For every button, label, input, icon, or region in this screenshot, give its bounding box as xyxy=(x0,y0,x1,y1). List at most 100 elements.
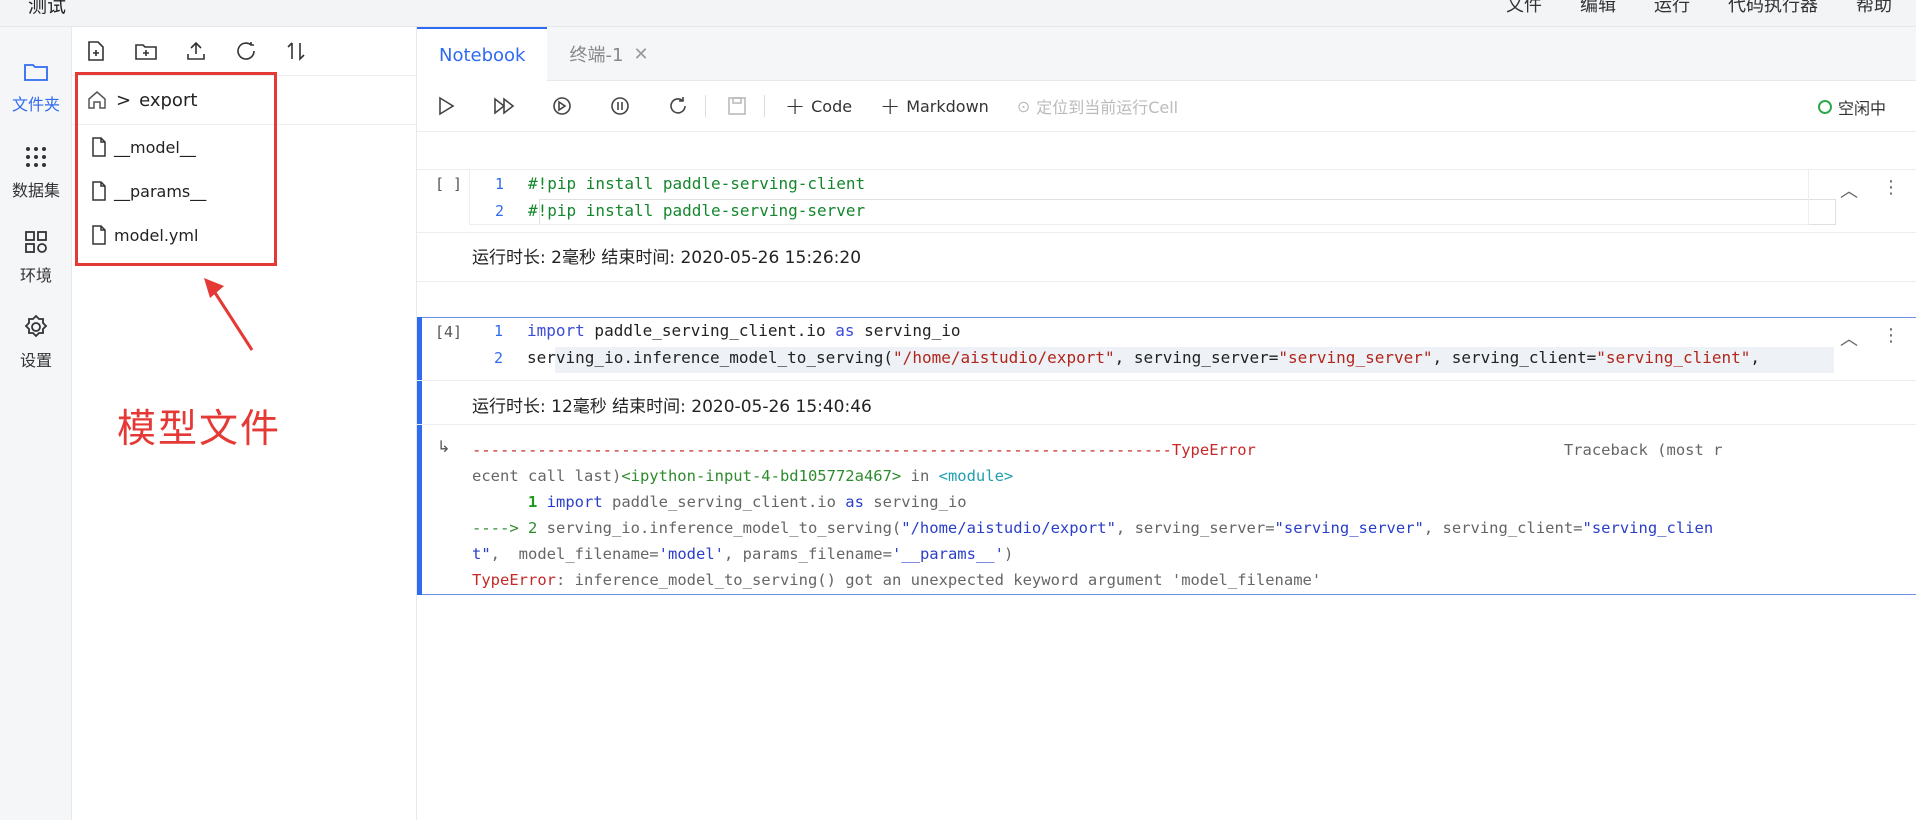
restart-run-icon[interactable] xyxy=(551,95,573,117)
cell-editor[interactable]: 1 #!pip install paddle-serving-client 2 … xyxy=(469,169,1809,225)
run-info: 运行时长: 2毫秒 结束时间: 2020-05-26 15:26:20 xyxy=(472,248,862,268)
menu-edit[interactable]: 编辑 xyxy=(1580,0,1616,17)
add-code-label: Code xyxy=(811,96,853,116)
cell-editor[interactable]: 1 import paddle_serving_client.io as ser… xyxy=(469,317,1809,371)
locate-running-cell-button[interactable]: ⊙ 定位到当前运行Cell xyxy=(1017,94,1178,118)
code-line: 2 serving_io.inference_model_to_serving(… xyxy=(469,344,1809,371)
traceback-text: ) xyxy=(1003,545,1014,563)
more-icon[interactable]: ⋮ xyxy=(1882,177,1900,203)
dataset-icon xyxy=(26,147,46,167)
kernel-status: 空闲中 xyxy=(1817,95,1886,119)
sort-icon[interactable] xyxy=(284,39,308,63)
traceback-input: <ipython-input-4-bd105772a467> xyxy=(621,467,902,485)
cell-prompt: [ ] xyxy=(435,175,463,193)
error-type: TypeError xyxy=(1171,441,1256,459)
traceback-module: <module> xyxy=(938,467,1014,485)
line-number: 1 xyxy=(494,174,504,193)
new-file-icon[interactable] xyxy=(84,39,108,63)
code-text: #!pip install paddle-serving-client xyxy=(528,174,866,193)
rail-item-environment[interactable]: 环境 xyxy=(0,212,72,292)
traceback-string: "/home/aistudio/export" xyxy=(901,519,1116,537)
output-icon[interactable]: ↳ xyxy=(437,437,450,456)
rail-item-settings[interactable]: 设置 xyxy=(0,297,72,377)
top-bar: 测试 文件 编辑 运行 代码执行器 帮助 xyxy=(0,0,1916,27)
traceback-line-number: 1 xyxy=(472,493,547,511)
traceback-string: t" xyxy=(472,545,491,563)
tab-terminal[interactable]: 终端-1 ✕ xyxy=(547,27,670,81)
notebook-main: Notebook 终端-1 ✕ + Code + Markdown ⊙ 定位到当前运行… xyxy=(417,27,1916,820)
run-all-icon[interactable] xyxy=(493,95,515,117)
code-string: "serving_server" xyxy=(1278,348,1433,367)
code-text: serving_io xyxy=(854,321,961,340)
menu-help[interactable]: 帮助 xyxy=(1856,0,1892,17)
tab-bar: Notebook 终端-1 ✕ xyxy=(417,27,1916,81)
cell-actions: ︿ ⋮ xyxy=(1840,177,1900,203)
new-folder-icon[interactable] xyxy=(134,39,158,63)
cell-divider xyxy=(417,232,1916,233)
run-icon[interactable] xyxy=(435,95,457,117)
error-message: : inference_model_to_serving() got an un… xyxy=(556,571,1322,589)
toolbar-divider xyxy=(764,95,765,117)
traceback-text: , model_filename= xyxy=(490,545,659,563)
cell-divider xyxy=(417,424,1916,425)
traceback-prefix: ecent call last) xyxy=(472,467,622,485)
line-number: 2 xyxy=(493,348,503,367)
status-label: 空闲中 xyxy=(1837,99,1886,118)
toolbar-divider xyxy=(705,95,706,117)
menu-kernel[interactable]: 代码执行器 xyxy=(1728,0,1818,17)
rail-label-environment: 环境 xyxy=(19,266,52,285)
cell-prompt: [4] xyxy=(435,323,463,341)
code-text: paddle_serving_client.io xyxy=(584,321,836,340)
traceback-string: 'model' xyxy=(658,545,724,563)
tab-label: Notebook xyxy=(439,44,526,66)
refresh-icon[interactable] xyxy=(234,39,258,63)
collapse-icon[interactable]: ︿ xyxy=(1840,325,1858,351)
run-info: 运行时长: 12毫秒 结束时间: 2020-05-26 15:40:46 xyxy=(472,397,872,417)
code-text: serving_io.inference_model_to_serving( xyxy=(527,348,894,367)
restart-icon[interactable] xyxy=(667,95,689,117)
rail-item-dataset[interactable]: 数据集 xyxy=(0,127,72,207)
menu-run[interactable]: 运行 xyxy=(1654,0,1690,17)
rail-label-folder: 文件夹 xyxy=(11,95,60,114)
menu-file[interactable]: 文件 xyxy=(1506,0,1542,17)
gear-icon xyxy=(24,314,48,338)
locate-icon: ⊙ xyxy=(1016,96,1031,116)
annotation-label: 模型文件 xyxy=(117,407,282,452)
code-text: #!pip install paddle-serving-server xyxy=(528,201,866,220)
rail-label-dataset: 数据集 xyxy=(11,181,60,200)
annotation-arrow-icon xyxy=(204,278,254,351)
collapse-icon[interactable]: ︿ xyxy=(1840,177,1858,203)
rail-item-folder[interactable]: 文件夹 xyxy=(0,41,72,121)
add-markdown-label: Markdown xyxy=(906,96,989,116)
tab-notebook[interactable]: Notebook xyxy=(417,27,548,81)
add-markdown-button[interactable]: + Markdown xyxy=(880,94,989,118)
locate-label: 定位到当前运行Cell xyxy=(1036,98,1179,117)
cell-actions: ︿ ⋮ xyxy=(1840,325,1900,351)
code-text: , serving_client= xyxy=(1432,348,1597,367)
code-line: 2 #!pip install paddle-serving-server xyxy=(470,197,1808,224)
more-icon[interactable]: ⋮ xyxy=(1882,325,1900,351)
cell-divider xyxy=(417,281,1916,282)
file-toolbar xyxy=(72,27,416,76)
traceback-keyword: as xyxy=(845,493,864,511)
add-code-button[interactable]: + Code xyxy=(785,94,852,118)
code-line: 1 import paddle_serving_client.io as ser… xyxy=(469,317,1809,344)
traceback-in: in xyxy=(901,467,939,485)
cell-output: ----------------------------------------… xyxy=(472,437,1912,593)
save-icon[interactable] xyxy=(726,95,748,117)
traceback-text: , serving_server= xyxy=(1115,519,1275,537)
code-string: "/home/aistudio/export" xyxy=(893,348,1115,367)
project-title: 测试 xyxy=(28,0,67,17)
traceback-text: serving_io xyxy=(863,493,967,511)
line-number: 2 xyxy=(494,201,504,220)
code-keyword: as xyxy=(835,321,855,340)
traceback-text: serving_io.inference_model_to_serving( xyxy=(546,519,902,537)
close-icon[interactable]: ✕ xyxy=(633,44,648,65)
pause-icon[interactable] xyxy=(609,95,631,117)
line-number: 1 xyxy=(493,321,503,340)
annotation-box xyxy=(75,72,277,266)
upload-icon[interactable] xyxy=(184,39,208,63)
code-string: "serving_client" xyxy=(1596,348,1751,367)
code-text: , serving_server= xyxy=(1114,348,1279,367)
traceback-string: "serving_clien xyxy=(1582,519,1714,537)
